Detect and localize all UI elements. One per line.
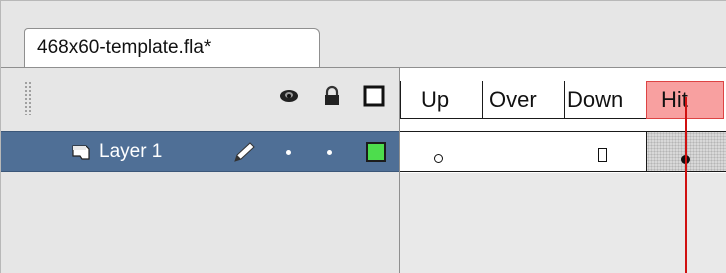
panel-grip-handle[interactable] [24, 81, 32, 115]
layer-name[interactable]: Layer 1 [99, 141, 162, 163]
layer-row[interactable]: Layer 1 [1, 131, 399, 172]
outline-icon[interactable] [363, 85, 385, 107]
empty-keyframe-up[interactable] [434, 154, 443, 163]
pencil-icon [234, 142, 255, 162]
outline-color-swatch[interactable] [366, 142, 386, 162]
visibility-toggle[interactable] [286, 150, 291, 155]
document-tab[interactable]: 468x60-template.fla* [24, 28, 320, 68]
frame-label-over[interactable]: Over [482, 81, 564, 119]
frame-label-up[interactable]: Up [400, 81, 482, 119]
span-end-marker-down[interactable] [598, 148, 607, 162]
layer-page-icon [72, 145, 90, 160]
lock-toggle[interactable] [327, 150, 332, 155]
document-tab-title: 468x60-template.fla* [37, 37, 212, 58]
frame-row[interactable] [400, 131, 726, 172]
frame-label-down[interactable]: Down [564, 81, 646, 119]
eye-icon[interactable] [278, 85, 300, 107]
timeline-window: 468x60-template.fla* Up Over Down Hit La… [0, 0, 726, 273]
lock-icon[interactable] [321, 85, 343, 107]
playhead-line[interactable] [685, 97, 687, 273]
frames-empty-area [399, 173, 726, 273]
